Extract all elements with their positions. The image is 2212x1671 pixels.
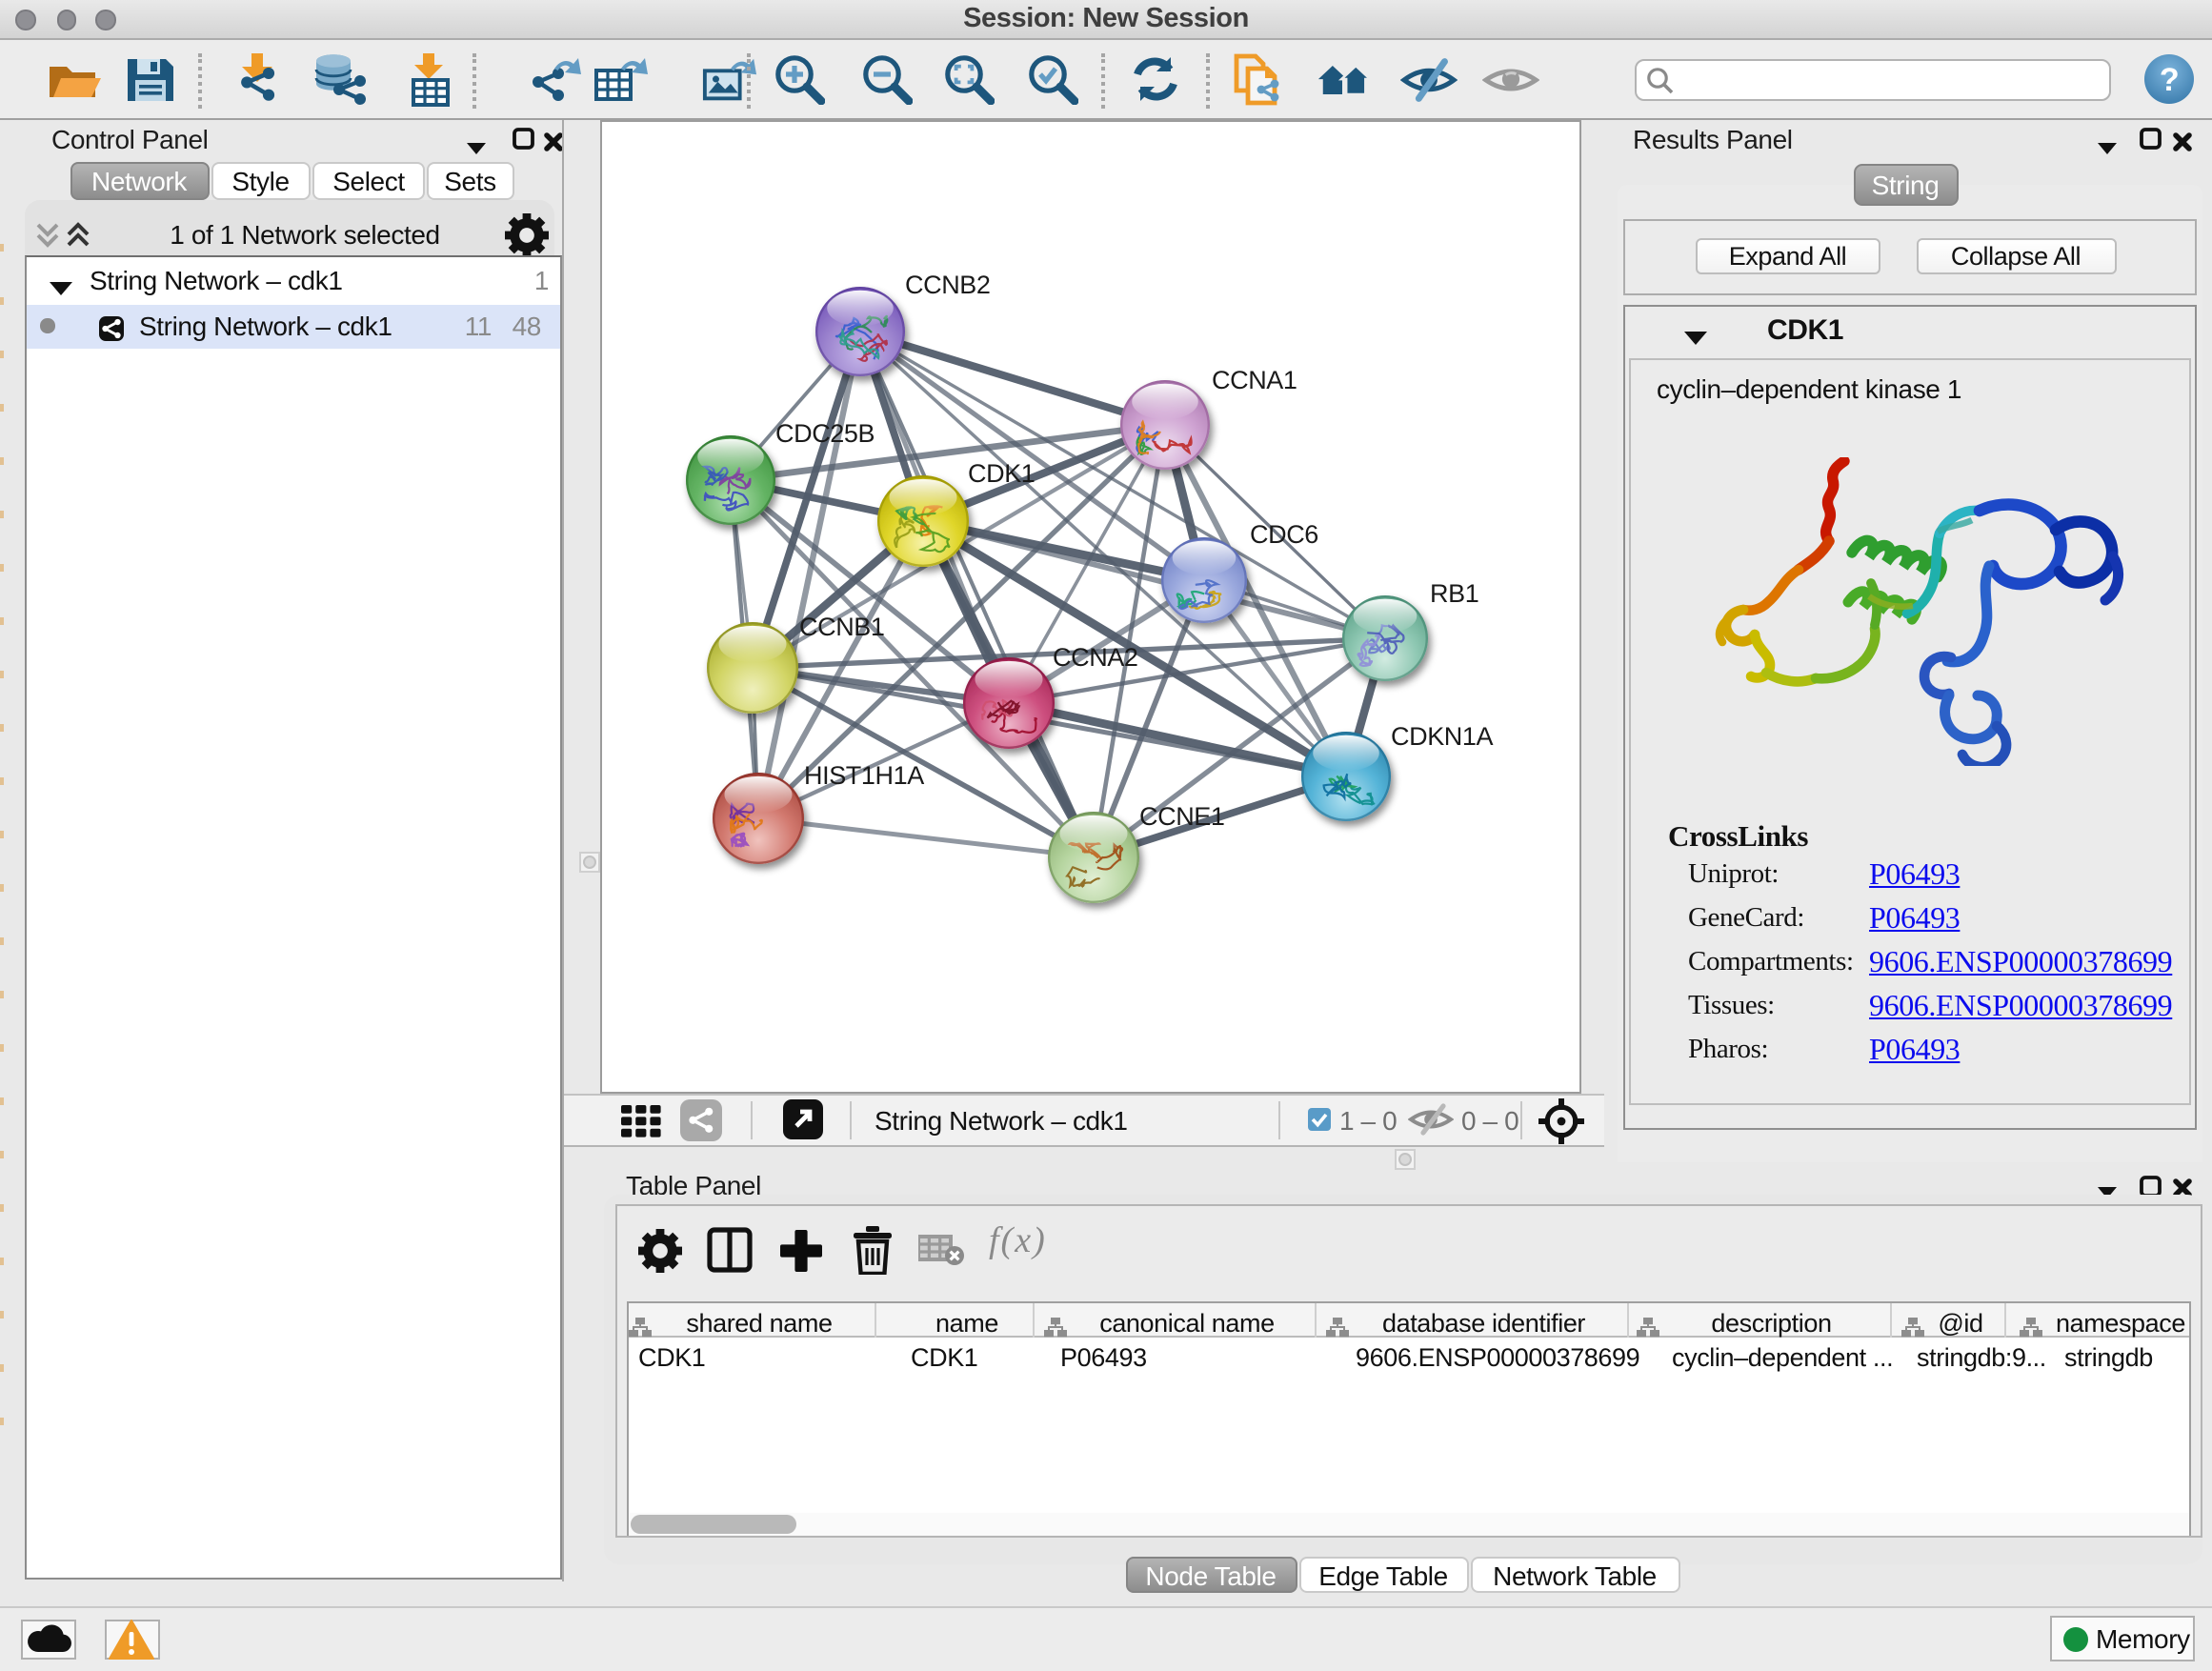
svg-text:CCNE1: CCNE1: [1139, 802, 1225, 831]
svg-text:CDC6: CDC6: [1250, 520, 1318, 549]
svg-text:CDK1: CDK1: [968, 459, 1035, 488]
svg-text:CDKN1A: CDKN1A: [1391, 722, 1494, 751]
svg-text:HIST1H1A: HIST1H1A: [804, 761, 924, 790]
svg-text:CCNB1: CCNB1: [799, 613, 885, 641]
svg-text:CCNB2: CCNB2: [905, 271, 991, 299]
svg-text:CCNA1: CCNA1: [1212, 366, 1297, 394]
svg-text:CDC25B: CDC25B: [775, 419, 875, 448]
svg-text:RB1: RB1: [1430, 579, 1478, 608]
svg-text:CCNA2: CCNA2: [1053, 643, 1138, 672]
svg-text:?: ?: [2160, 62, 2179, 98]
